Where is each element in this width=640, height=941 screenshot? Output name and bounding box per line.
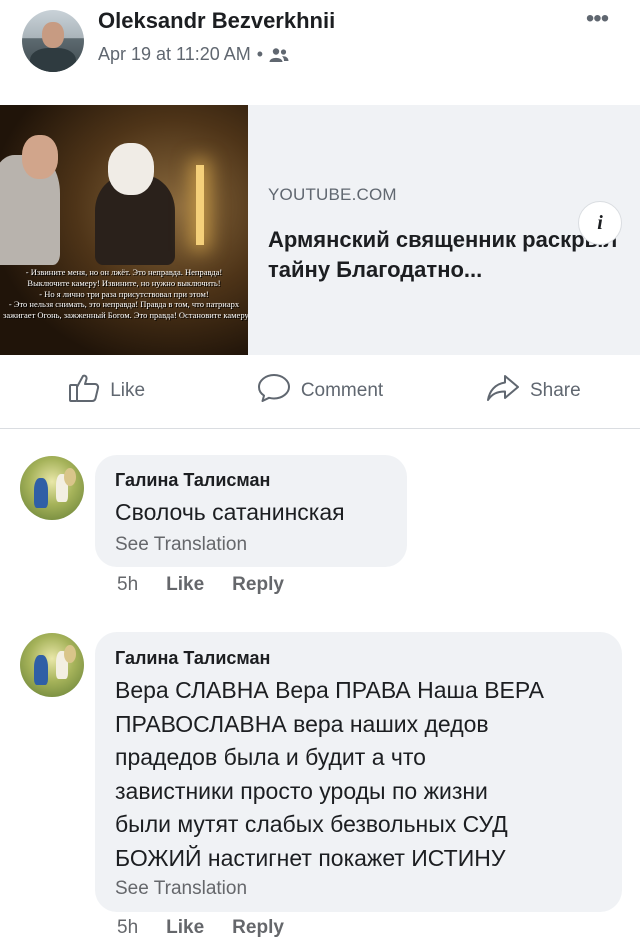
comment-time[interactable]: 5h [117, 574, 138, 596]
comment-text-line: были мутят слабых безвольных СУД [115, 811, 508, 837]
commenter-avatar[interactable] [20, 633, 84, 697]
share-button[interactable]: Share [427, 365, 640, 417]
comment-footer: 5h Like Reply [117, 574, 284, 596]
thumbnail-priest-head [108, 143, 154, 195]
author-avatar[interactable] [22, 10, 84, 72]
avatar-figure [34, 655, 48, 685]
caption-line: - Это нельзя снимать, это неправда! Прав… [8, 299, 240, 310]
caption-line: Выключите камеру! Извините, но нужно вык… [27, 277, 221, 288]
see-translation-link[interactable]: See Translation [115, 534, 247, 556]
info-icon[interactable]: i [578, 201, 622, 245]
comment-label: Comment [300, 380, 384, 401]
more-horizontal-icon[interactable]: ••• [580, 7, 614, 32]
comment-like-button[interactable]: Like [166, 574, 204, 596]
caption-line: зажигает Огонь, зажженный Богом. Это пра… [3, 310, 248, 321]
thumbnail-candle [196, 165, 204, 245]
post-author-name[interactable]: Oleksandr Bezverkhnii [98, 8, 335, 34]
comment-text: Сволочь сатанинская [115, 496, 345, 530]
link-preview-card[interactable]: - Извините меня, но он лжёт. Это неправд… [0, 105, 640, 355]
comment-reply-button[interactable]: Reply [232, 574, 284, 596]
caption-line: - Извините меня, но он лжёт. Это неправд… [25, 267, 223, 277]
comment-text: Вера СЛАВНА Вера ПРАВА Наша ВЕРА ПРАВОСЛ… [115, 674, 544, 875]
avatar-figure [34, 478, 48, 508]
commenter-avatar[interactable] [20, 456, 84, 520]
meta-separator: • [256, 44, 264, 64]
see-translation-link[interactable]: See Translation [115, 878, 247, 900]
avatar-wing [64, 468, 76, 486]
speech-bubble-icon [257, 373, 291, 409]
avatar-face [42, 22, 64, 48]
comment-author[interactable]: Галина Талисман [115, 470, 270, 491]
share-label: Share [529, 380, 581, 401]
post-timestamp[interactable]: Apr 19 at 11:20 AM [98, 44, 251, 65]
thumbnail-caption: - Извините меня, но он лжёт. Это неправд… [0, 263, 248, 333]
comment-reply-button[interactable]: Reply [232, 917, 284, 939]
post-header: Oleksandr Bezverkhnii Apr 19 at 11:20 AM… [0, 0, 640, 90]
comment-text-line: Сволочь сатанинская [115, 499, 345, 525]
comment-like-button[interactable]: Like [166, 917, 204, 939]
comment-time[interactable]: 5h [117, 917, 138, 939]
friends-icon [269, 47, 289, 63]
thumbs-up-icon [68, 373, 100, 409]
post-action-bar: Like Comment Share [0, 365, 640, 417]
link-title[interactable]: Армянский священник раскрыл тайну Благод… [268, 225, 628, 285]
like-button[interactable]: Like [0, 365, 213, 417]
link-domain: YOUTUBE.COM [268, 185, 397, 204]
video-thumbnail[interactable]: - Извините меня, но он лжёт. Это неправд… [0, 105, 248, 355]
caption-line: - Но я лично три раза присутствовал при … [39, 288, 209, 299]
avatar-body [30, 48, 76, 72]
comment-text-line: завистники просто уроды по жизни [115, 777, 488, 804]
post-meta: Apr 19 at 11:20 AM • [98, 44, 289, 65]
comment-text-line: Вера СЛАВНА Вера ПРАВА Наша ВЕРА [115, 677, 545, 703]
like-label: Like [110, 380, 146, 401]
comment-button[interactable]: Comment [213, 365, 426, 417]
comment-footer: 5h Like Reply [117, 917, 284, 939]
comment-text-line: прадедов была и будит а что [115, 744, 426, 770]
share-arrow-icon [486, 373, 520, 409]
section-divider [0, 428, 640, 429]
comment-text-line: ПРАВОСЛАВНА вера наших дедов [115, 710, 489, 737]
comment-text-line: БОЖИЙ настигнет покажет ИСТИНУ [115, 844, 506, 871]
thumbnail-figure-left-head [22, 135, 58, 179]
comment-author[interactable]: Галина Талисман [115, 648, 270, 669]
avatar-wing [64, 645, 76, 663]
